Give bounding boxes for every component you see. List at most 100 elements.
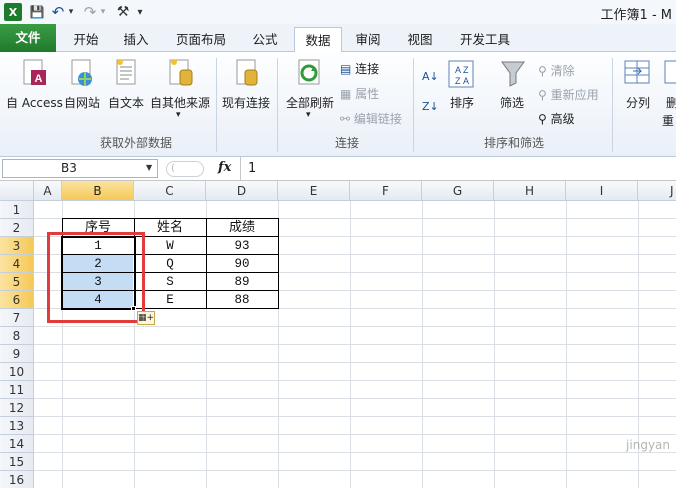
customize-qat-icon[interactable]: ▾ <box>134 3 146 21</box>
row-header-15[interactable]: 15 <box>0 453 34 471</box>
worksheet-grid[interactable]: A B C D E F G H I J 1 2 3 4 5 6 7 8 9 10… <box>0 181 676 488</box>
tab-home[interactable]: 开始 <box>62 27 110 52</box>
row-header-8[interactable]: 8 <box>0 327 34 345</box>
filter-button[interactable]: 筛选 <box>500 94 524 111</box>
column-header-e[interactable]: E <box>278 181 350 201</box>
watermark: jingyan <box>626 438 670 452</box>
redo-dropdown-icon[interactable]: ▾ <box>98 3 108 21</box>
from-web-button[interactable]: 自网站 <box>64 94 100 111</box>
insert-function-icon[interactable]: fx <box>218 160 231 175</box>
clear-button[interactable]: ⚲ 清除 <box>538 62 575 79</box>
reapply-label: 重新应用 <box>550 88 599 102</box>
column-header-c[interactable]: C <box>134 181 206 201</box>
save-icon[interactable]: 💾 <box>28 3 46 21</box>
svg-text:Z: Z <box>455 76 461 86</box>
from-access-button[interactable]: 自 Access <box>6 94 63 111</box>
column-header-a[interactable]: A <box>34 181 62 201</box>
properties-icon: ▦ <box>340 87 352 101</box>
excel-window: X 💾 ↶ ▾ ↷ ▾ ⚒ ▾ 工作簿1 - M 文件 开始 插入 页面布局 公… <box>0 0 676 488</box>
row-header-4[interactable]: 4 <box>0 255 34 273</box>
row-header-7[interactable]: 7 <box>0 309 34 327</box>
group-sort-filter: 排序和筛选 <box>484 136 545 150</box>
advanced-label: 高级 <box>550 112 575 126</box>
row-header-12[interactable]: 12 <box>0 399 34 417</box>
formula-bar: B3 ▼ ( fx 1 <box>0 157 676 181</box>
svg-text:A: A <box>455 65 461 75</box>
other-sources-dropdown-icon[interactable]: ▾ <box>176 110 181 120</box>
tab-data[interactable]: 数据 <box>294 27 342 53</box>
row-header-6[interactable]: 6 <box>0 291 34 309</box>
reapply-button[interactable]: ⚲ 重新应用 <box>538 86 599 103</box>
group-get-external-data: 获取外部数据 <box>100 136 173 150</box>
highlight-annotation <box>47 232 145 323</box>
formula-input[interactable]: 1 <box>248 161 256 176</box>
column-header-f[interactable]: F <box>350 181 422 201</box>
svg-text:Z: Z <box>463 65 469 75</box>
tab-developer[interactable]: 开发工具 <box>450 27 520 52</box>
web-icon <box>71 59 92 86</box>
connections-button[interactable]: ▤ 连接 <box>340 60 379 77</box>
refresh-dropdown-icon[interactable]: ▾ <box>306 110 311 120</box>
existing-connections-button[interactable]: 现有连接 <box>222 94 270 111</box>
refresh-all-icon <box>298 59 320 85</box>
row-header-9[interactable]: 9 <box>0 345 34 363</box>
sort-descending-icon[interactable]: Z↓ <box>422 100 439 113</box>
formula-bar-splitter[interactable]: ( <box>166 161 204 177</box>
properties-label: 属性 <box>355 87 380 101</box>
row-header-10[interactable]: 10 <box>0 363 34 381</box>
column-header-d[interactable]: D <box>206 181 278 201</box>
name-box[interactable]: B3 <box>2 159 158 178</box>
auto-fill-options-icon[interactable]: ▦+ <box>137 311 155 325</box>
text-to-columns-button[interactable]: 分列 <box>626 94 650 111</box>
row-header-5[interactable]: 5 <box>0 273 34 291</box>
row-header-3[interactable]: 3 <box>0 237 34 255</box>
tools-icon[interactable]: ⚒ <box>114 3 132 21</box>
column-header-i[interactable]: I <box>566 181 638 201</box>
tab-formulas[interactable]: 公式 <box>242 27 288 52</box>
row-header-1[interactable]: 1 <box>0 201 34 219</box>
column-header-b[interactable]: B <box>62 181 134 201</box>
existing-connections-icon <box>236 59 258 86</box>
refresh-all-button[interactable]: 全部刷新 <box>286 94 334 111</box>
advanced-button[interactable]: ⚲ 高级 <box>538 110 575 127</box>
column-header-h[interactable]: H <box>494 181 566 201</box>
sort-ascending-icon[interactable]: A↓ <box>422 70 439 83</box>
sort-button[interactable]: 排序 <box>450 94 474 111</box>
from-other-sources-button[interactable]: 自其他来源 <box>150 94 210 111</box>
remove-duplicates-label-line2: 重 <box>662 114 675 128</box>
row-header-16[interactable]: 16 <box>0 471 34 488</box>
row-header-2[interactable]: 2 <box>0 219 34 237</box>
from-text-button[interactable]: 自文本 <box>108 94 144 111</box>
tab-page-layout[interactable]: 页面布局 <box>166 27 236 52</box>
advanced-filter-icon: ⚲ <box>538 112 547 126</box>
tab-insert[interactable]: 插入 <box>114 27 158 52</box>
tab-file[interactable]: 文件 <box>0 24 56 52</box>
redo-icon[interactable]: ↷ <box>82 3 98 21</box>
edit-links-button[interactable]: ⚯ 编辑链接 <box>340 110 402 127</box>
column-header-g[interactable]: G <box>422 181 494 201</box>
gridline <box>34 326 676 327</box>
tab-review[interactable]: 审阅 <box>346 27 390 52</box>
row-header-11[interactable]: 11 <box>0 381 34 399</box>
undo-icon[interactable]: ↶ <box>50 3 66 21</box>
row-header-13[interactable]: 13 <box>0 417 34 435</box>
gridline <box>34 362 676 363</box>
divider <box>240 157 241 181</box>
excel-logo-icon: X <box>4 3 22 21</box>
select-all-corner[interactable] <box>0 181 34 201</box>
clear-filter-icon: ⚲ <box>538 64 547 78</box>
undo-dropdown-icon[interactable]: ▾ <box>66 3 76 21</box>
divider <box>277 58 278 152</box>
gridline <box>34 434 676 435</box>
gridline <box>34 344 676 345</box>
ribbon-tabs: 文件 开始 插入 页面布局 公式 数据 审阅 视图 开发工具 <box>0 24 676 53</box>
name-box-dropdown-icon[interactable]: ▼ <box>146 163 152 172</box>
column-header-j[interactable]: J <box>638 181 676 201</box>
remove-duplicates-button[interactable]: 删 <box>666 94 676 111</box>
row-header-14[interactable]: 14 <box>0 435 34 453</box>
ribbon-data: A 自 Access 自网站 自文本 自其他来源 ▾ 获取外部数据 现有连接 全… <box>0 52 676 157</box>
divider <box>612 58 613 152</box>
properties-button[interactable]: ▦ 属性 <box>340 85 379 102</box>
reapply-icon: ⚲ <box>538 88 547 102</box>
tab-view[interactable]: 视图 <box>398 27 442 52</box>
